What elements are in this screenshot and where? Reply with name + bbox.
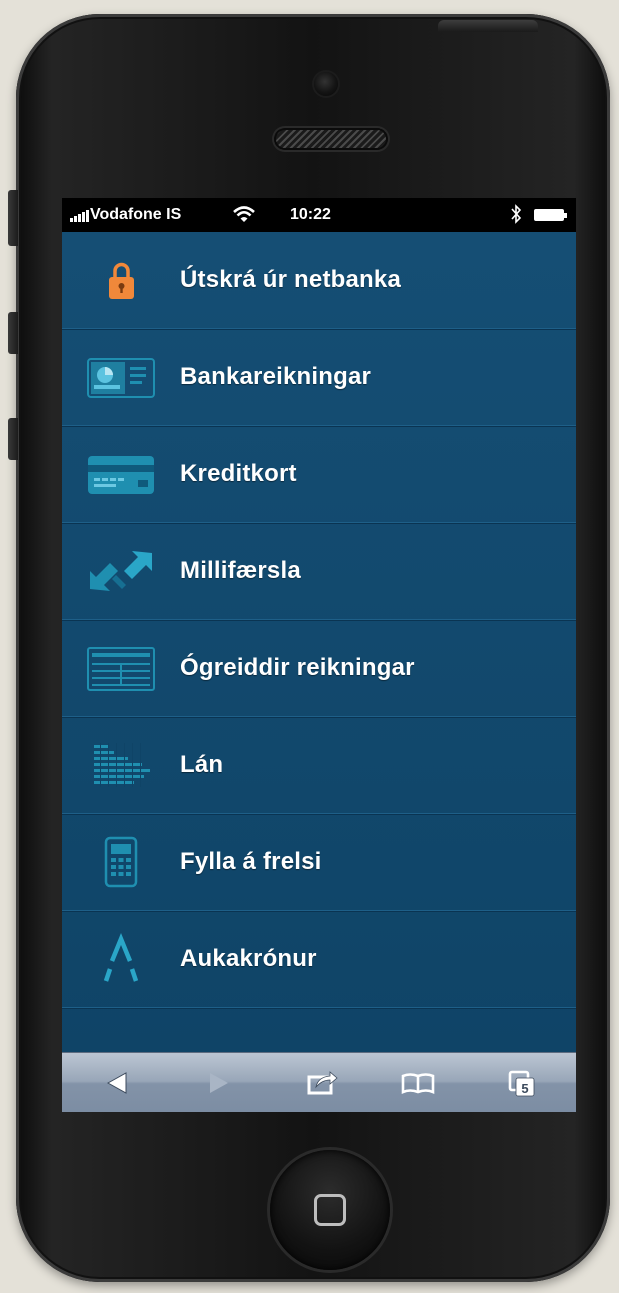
menu-item-top-up[interactable]: Fylla á frelsi (62, 814, 576, 911)
bank-account-card-icon (82, 351, 160, 403)
menu-item-label: Kreditkort (180, 460, 297, 487)
aukakronur-logo-icon (82, 933, 160, 985)
tabs-count: 5 (521, 1081, 528, 1096)
bluetooth-icon (510, 204, 522, 224)
status-time: 10:22 (290, 206, 331, 223)
sleep-wake-button[interactable] (438, 20, 538, 32)
signal-strength-icon (70, 208, 89, 222)
menu-item-transfer[interactable]: Millifærsla (62, 523, 576, 620)
volume-down-button[interactable] (8, 418, 18, 460)
credit-card-icon (82, 448, 160, 500)
loan-dots-icon (82, 739, 160, 791)
menu-item-label: Fylla á frelsi (180, 848, 322, 875)
home-square-icon (314, 1194, 346, 1226)
back-arrow-icon[interactable] (98, 1065, 138, 1101)
mute-switch[interactable] (8, 190, 18, 246)
forward-arrow-icon[interactable] (198, 1065, 238, 1101)
bill-icon (82, 642, 160, 694)
menu-item-loans[interactable]: Lán (62, 717, 576, 814)
browser-toolbar: 5 (62, 1052, 576, 1112)
menu-item-label: Aukakrónur (180, 945, 317, 972)
front-camera (314, 72, 338, 96)
padlock-icon (82, 254, 160, 306)
menu-item-label: Lán (180, 751, 224, 778)
menu-item-credit-card[interactable]: Kreditkort (62, 426, 576, 523)
phone-screen: Vodafone IS 10:22 Útskrá úr netbanka Ban… (62, 198, 576, 1112)
tabs-icon[interactable]: 5 (502, 1065, 542, 1101)
mobile-phone-icon (82, 836, 160, 888)
home-button[interactable] (270, 1150, 390, 1270)
status-bar: Vodafone IS 10:22 (62, 198, 576, 232)
menu-item-logout[interactable]: Útskrá úr netbanka (62, 232, 576, 329)
menu-item-unpaid-bills[interactable]: Ógreiddir reikningar (62, 620, 576, 717)
main-menu: Útskrá úr netbanka Bankareikningar Kredi… (62, 232, 576, 1052)
share-icon[interactable] (302, 1065, 342, 1101)
menu-item-label: Bankareikningar (180, 363, 372, 390)
menu-item-bank-accounts[interactable]: Bankareikningar (62, 329, 576, 426)
menu-item-aukakronur[interactable]: Aukakrónur (62, 911, 576, 1008)
transfer-arrows-icon (82, 545, 160, 597)
menu-item-label: Útskrá úr netbanka (180, 266, 402, 293)
earpiece-speaker (274, 128, 388, 150)
menu-item-label: Ógreiddir reikningar (180, 654, 415, 681)
battery-icon (534, 209, 567, 221)
bookmarks-book-icon[interactable] (398, 1065, 438, 1101)
menu-item-label: Millifærsla (180, 557, 301, 584)
volume-up-button[interactable] (8, 312, 18, 354)
carrier-name: Vodafone IS (90, 206, 182, 223)
wifi-icon (232, 205, 256, 223)
